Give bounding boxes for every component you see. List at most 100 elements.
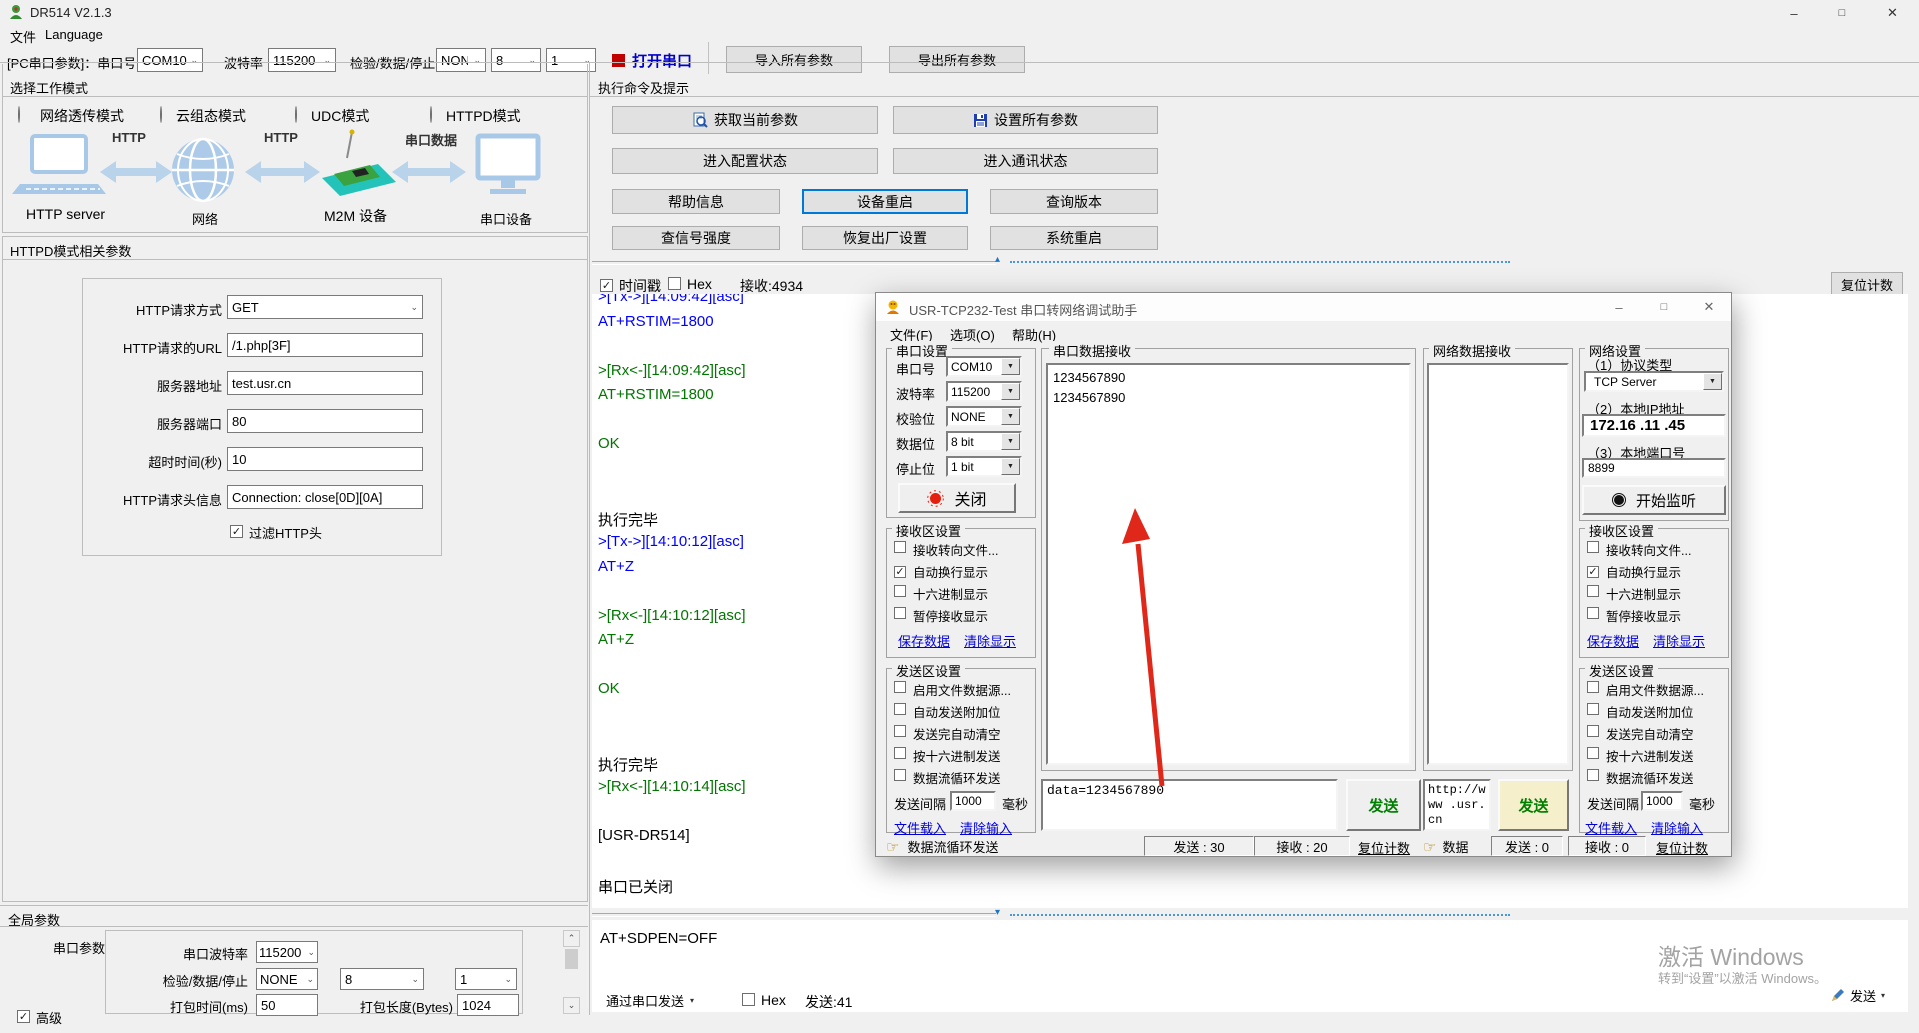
usr-close-button[interactable]: ✕ — [1687, 293, 1731, 321]
radio-transparent-label[interactable]: 网络透传模式 — [40, 106, 124, 126]
net-hex-display-checkbox[interactable] — [1587, 585, 1599, 600]
net-loop-send-checkbox[interactable] — [1587, 769, 1599, 784]
close-button[interactable]: ✕ — [1866, 0, 1919, 26]
help-info-button[interactable]: 帮助信息 — [612, 189, 780, 214]
menu-file[interactable]: 文件 — [10, 27, 36, 46]
net-auto-wrap-checkbox[interactable] — [1587, 563, 1599, 578]
pack-time-input[interactable]: 50 — [256, 994, 318, 1016]
usr-menu-options[interactable]: 选项(O) — [950, 325, 995, 344]
net-file-load-link[interactable]: 文件载入 — [1585, 818, 1637, 837]
signal-strength-button[interactable]: 查信号强度 — [612, 226, 780, 250]
net-auto-append-checkbox[interactable] — [1587, 703, 1599, 718]
serial-send-input[interactable]: data=1234567890 — [1041, 779, 1338, 831]
net-clear-display-link[interactable]: 清除显示 — [1653, 631, 1705, 650]
http-method-select[interactable]: GET⌄ — [227, 295, 423, 319]
dotted-scrollbar-top[interactable] — [1010, 261, 1510, 263]
g-baud-select[interactable]: 115200⌄ — [256, 941, 318, 963]
net-auto-wrap-label[interactable]: 自动换行显示 — [1606, 562, 1681, 581]
clear-after-send-label[interactable]: 发送完自动清空 — [913, 724, 1001, 743]
net-pause-recv-label[interactable]: 暂停接收显示 — [1606, 606, 1681, 625]
net-clear-after-send-checkbox[interactable] — [1587, 725, 1599, 740]
net-send-input[interactable]: http://www .usr. cn — [1423, 779, 1491, 831]
export-params-button[interactable]: 导出所有参数 — [889, 46, 1025, 73]
reset-counter-button[interactable]: 复位计数 — [1831, 272, 1903, 296]
serial-send-button[interactable]: 发送 — [1346, 779, 1421, 831]
serial-recv-box[interactable]: 1234567890 1234567890 — [1046, 363, 1411, 765]
scroll-marker-icon[interactable]: ▾ — [995, 907, 1000, 918]
net-reset-counter-link[interactable]: 复位计数 — [1656, 838, 1708, 857]
menu-language[interactable]: Language — [45, 27, 103, 42]
net-recv-box[interactable] — [1427, 363, 1569, 765]
http-url-input[interactable]: /1.php[3F] — [227, 333, 423, 357]
scrollbar-thumb[interactable] — [565, 949, 578, 969]
file-source-label[interactable]: 启用文件数据源... — [913, 680, 1011, 699]
radio-cloud-label[interactable]: 云组态模式 — [176, 106, 246, 126]
usr-parity-select[interactable]: NONE▼ — [946, 406, 1022, 427]
clear-after-send-checkbox[interactable] — [894, 725, 906, 740]
net-hex-display-label[interactable]: 十六进制显示 — [1606, 584, 1681, 603]
usr-databits-select[interactable]: 8 bit▼ — [946, 431, 1022, 452]
clear-display-link[interactable]: 清除显示 — [964, 631, 1016, 650]
query-version-button[interactable]: 查询版本 — [990, 189, 1158, 214]
factory-reset-button[interactable]: 恢复出厂设置 — [802, 226, 968, 250]
net-file-source-checkbox[interactable] — [1587, 681, 1599, 696]
hex-checkbox[interactable] — [668, 277, 681, 293]
auto-wrap-checkbox[interactable] — [894, 563, 906, 578]
scroll-marker-icon[interactable]: ▴ — [995, 254, 1000, 265]
import-params-button[interactable]: 导入所有参数 — [726, 46, 862, 73]
net-send-button[interactable]: 发送 — [1498, 779, 1569, 831]
net-loop-send-label[interactable]: 数据流循环发送 — [1606, 768, 1694, 787]
radio-httpd-mode[interactable] — [430, 107, 432, 122]
usr-maximize-button[interactable]: □ — [1642, 293, 1686, 321]
pack-len-input[interactable]: 1024 — [457, 994, 519, 1016]
net-clear-after-send-label[interactable]: 发送完自动清空 — [1606, 724, 1694, 743]
proto-select[interactable]: TCP Server▼ — [1584, 371, 1724, 392]
clear-input-link[interactable]: 清除输入 — [960, 818, 1012, 837]
usr-minimize-button[interactable]: – — [1597, 293, 1641, 321]
filter-http-checkbox[interactable] — [230, 523, 243, 538]
net-send-as-hex-label[interactable]: 按十六进制发送 — [1606, 746, 1694, 765]
timestamp-label[interactable]: 时间戳 — [619, 276, 661, 296]
save-data-link[interactable]: 保存数据 — [898, 631, 950, 650]
enter-config-button[interactable]: 进入配置状态 — [612, 148, 878, 174]
timestamp-checkbox[interactable] — [600, 277, 613, 292]
loop-send-checkbox[interactable] — [894, 769, 906, 784]
local-port-input[interactable]: 8899 — [1582, 458, 1726, 478]
enter-comm-button[interactable]: 进入通讯状态 — [893, 148, 1158, 174]
net-file-source-label[interactable]: 启用文件数据源... — [1606, 680, 1704, 699]
send-hex-label[interactable]: Hex — [761, 992, 786, 1008]
g-databits-select[interactable]: 8⌄ — [340, 968, 424, 990]
corner-send-button[interactable]: 发送 ▾ — [1830, 986, 1885, 1005]
net-pause-recv-checkbox[interactable] — [1587, 607, 1599, 622]
hex-display-checkbox[interactable] — [894, 585, 906, 600]
radio-httpd-label[interactable]: HTTPD模式 — [446, 106, 521, 126]
radio-transparent-mode[interactable] — [18, 107, 20, 122]
start-listen-button[interactable]: 开始监听 — [1582, 485, 1726, 515]
local-ip-input[interactable]: 172.16 .11 .45 — [1582, 414, 1726, 437]
radio-cloud-mode[interactable] — [160, 107, 162, 122]
auto-wrap-label[interactable]: 自动换行显示 — [913, 562, 988, 581]
send-area-text[interactable]: AT+SDPEN=OFF — [600, 930, 717, 947]
auto-append-checkbox[interactable] — [894, 703, 906, 718]
server-port-input[interactable]: 80 — [227, 409, 423, 433]
advanced-label[interactable]: 高级 — [36, 1008, 62, 1027]
usr-stopbits-select[interactable]: 1 bit▼ — [946, 456, 1022, 477]
get-params-button[interactable]: 获取当前参数 — [612, 106, 878, 134]
usr-close-serial-button[interactable]: 关闭 — [898, 483, 1016, 513]
recv-to-file-checkbox[interactable] — [894, 541, 906, 556]
send-as-hex-checkbox[interactable] — [894, 747, 906, 762]
send-via-serial-dropdown[interactable]: 通过串口发送 ▾ — [606, 991, 694, 1010]
net-auto-append-label[interactable]: 自动发送附加位 — [1606, 702, 1694, 721]
scroll-down-icon[interactable]: ⌄ — [563, 997, 580, 1014]
hex-label[interactable]: Hex — [687, 276, 712, 292]
set-all-params-button[interactable]: 设置所有参数 — [893, 106, 1158, 134]
filter-http-label[interactable]: 过滤HTTP头 — [249, 523, 322, 542]
device-reboot-button[interactable]: 设备重启 — [802, 189, 968, 214]
net-recv-to-file-checkbox[interactable] — [1587, 541, 1599, 556]
g-stopbits-select[interactable]: 1⌄ — [455, 968, 517, 990]
server-addr-input[interactable]: test.usr.cn — [227, 371, 423, 395]
pause-recv-label[interactable]: 暂停接收显示 — [913, 606, 988, 625]
hex-display-label[interactable]: 十六进制显示 — [913, 584, 988, 603]
http-header-input[interactable]: Connection: close[0D][0A] — [227, 485, 423, 509]
interval-input[interactable]: 1000 — [950, 791, 996, 811]
